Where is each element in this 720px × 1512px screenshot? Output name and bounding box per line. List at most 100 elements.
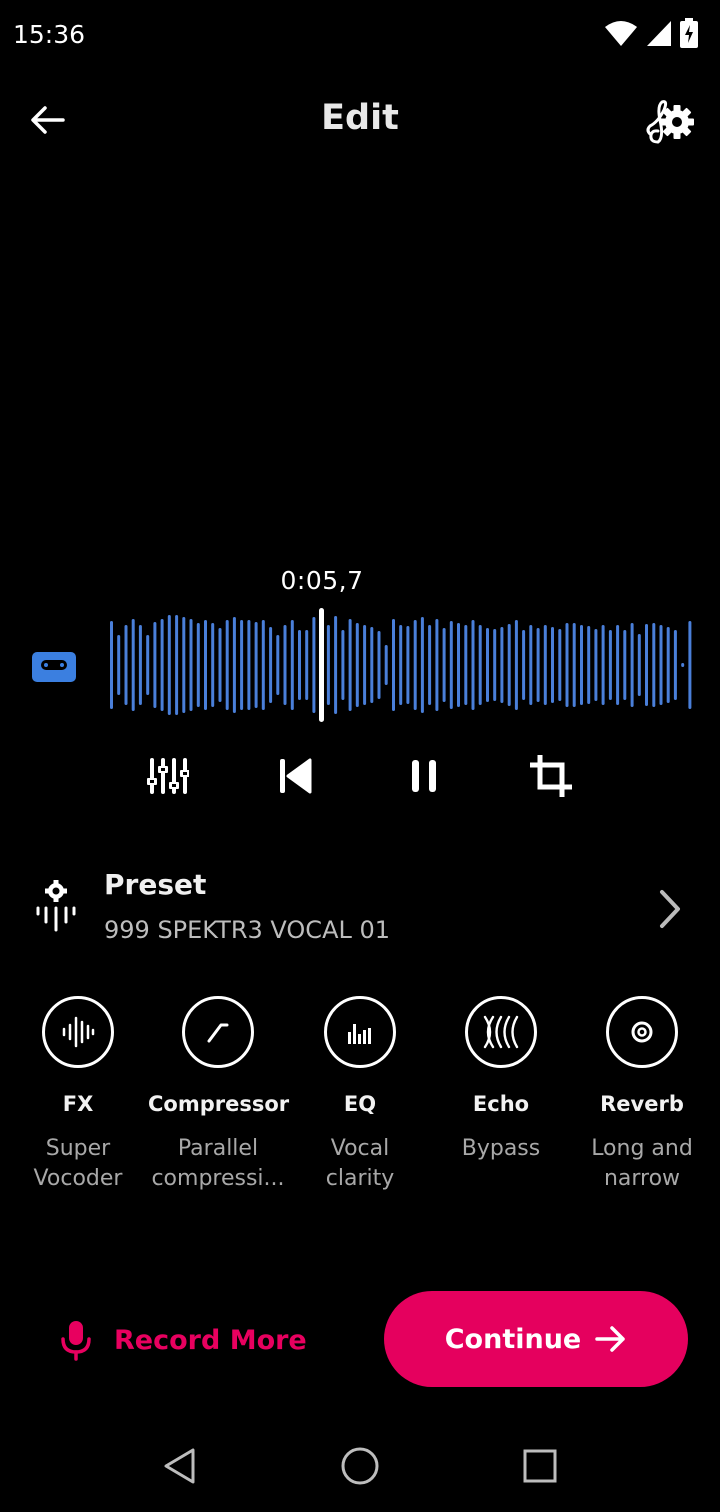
crop-button[interactable] <box>521 746 581 806</box>
continue-button[interactable]: Continue <box>384 1291 688 1387</box>
nav-home-icon <box>341 1447 379 1485</box>
cassette-icon[interactable] <box>32 652 76 682</box>
waveform-bar <box>623 630 627 700</box>
waveform-bar <box>240 620 244 710</box>
waveform-bar <box>565 623 569 707</box>
crop-icon <box>530 755 572 797</box>
waveform-bar <box>435 619 439 711</box>
waveform-bar <box>406 626 410 704</box>
waveform-bar <box>413 620 417 710</box>
waveform-bar <box>666 627 670 703</box>
waveform-bar <box>204 620 207 710</box>
waveform-bar <box>464 625 468 705</box>
effect-eq-button[interactable] <box>324 996 396 1068</box>
clef-gear-icon <box>646 100 694 144</box>
waveform-bar <box>616 625 620 705</box>
waveform-bar <box>341 630 345 700</box>
preset-row[interactable]: Preset 999 SPEKTR3 VOCAL 01 <box>0 858 720 958</box>
eq-bars-icon <box>348 1024 371 1044</box>
waveform-bar <box>124 625 128 705</box>
page-title: Edit <box>321 98 399 138</box>
record-more-button[interactable]: Record More <box>60 1300 307 1380</box>
waveform-bar <box>298 630 301 700</box>
waveform-bar <box>645 624 648 706</box>
arrow-right-icon <box>595 1326 625 1352</box>
waveform-bar <box>182 617 186 713</box>
waveform-bar <box>305 630 309 700</box>
skip-to-start-button[interactable] <box>266 746 326 806</box>
waveform-bar <box>652 623 656 707</box>
waveform-bar <box>377 631 381 699</box>
waveform-bar <box>392 619 395 711</box>
waveform-bar <box>551 627 554 703</box>
battery-charging-icon <box>680 18 698 48</box>
nav-home-button[interactable] <box>330 1436 390 1496</box>
waveform-bar <box>478 625 482 705</box>
waveform-bar <box>529 625 533 705</box>
effect-echo-button[interactable] <box>465 996 537 1068</box>
waveform-bar <box>514 620 518 710</box>
effect-reverb[interactable]: Reverb Long and narrow <box>572 996 712 1194</box>
waveform-bar <box>471 620 475 710</box>
status-icons <box>604 18 698 48</box>
waveform-bar <box>167 615 171 715</box>
preset-title: Preset <box>104 868 207 901</box>
status-time: 15:36 <box>13 20 86 49</box>
waveform-bar <box>507 624 511 706</box>
waveform[interactable] <box>104 600 694 730</box>
waveform-icon <box>62 1016 95 1048</box>
waveform-bar <box>493 629 497 701</box>
waveform-bar <box>399 625 403 705</box>
waveform-bar <box>276 635 280 695</box>
skip-back-icon <box>280 758 312 794</box>
waveform-bar <box>370 627 374 703</box>
playhead[interactable] <box>319 608 324 722</box>
waveform-bar <box>486 628 489 702</box>
mixer-button[interactable] <box>138 746 198 806</box>
effect-reverb-value: Long and narrow <box>591 1136 693 1191</box>
waveform-bar <box>146 635 150 695</box>
waveform-bar <box>247 620 251 710</box>
effect-reverb-button[interactable] <box>606 996 678 1068</box>
effect-echo[interactable]: Echo Bypass <box>431 996 571 1164</box>
waveform-bar <box>442 628 446 702</box>
waveform-bar <box>594 629 598 701</box>
nav-recents-button[interactable] <box>510 1436 570 1496</box>
pause-button[interactable] <box>394 746 454 806</box>
effect-compressor[interactable]: Compressor Parallel compressi... <box>148 996 290 1194</box>
waveform-bar <box>384 645 388 685</box>
waveform-bar <box>659 625 663 705</box>
effect-reverb-name: Reverb <box>600 1092 684 1116</box>
waveform-bar <box>688 621 692 709</box>
effect-eq-value: Vocal clarity <box>325 1136 395 1191</box>
waveform-bar <box>225 620 229 710</box>
effect-compressor-name: Compressor <box>148 1092 290 1116</box>
waveform-bar <box>189 619 193 711</box>
effect-eq[interactable]: EQ Vocal clarity <box>290 996 430 1194</box>
pause-icon <box>412 760 436 792</box>
waveform-bar <box>218 628 222 702</box>
waveform-bar <box>449 621 453 709</box>
waveform-bar <box>110 621 113 709</box>
effect-compressor-button[interactable] <box>182 996 254 1068</box>
playback-time: 0:05,7 <box>280 566 364 595</box>
nav-back-button[interactable] <box>150 1436 210 1496</box>
waveform-bar <box>558 629 562 701</box>
waveform-bar <box>232 617 236 713</box>
waveform-bar <box>355 623 359 707</box>
record-more-label: Record More <box>114 1324 307 1356</box>
waveform-bar <box>673 630 677 700</box>
reverb-rings-icon <box>631 1021 653 1043</box>
effect-fx[interactable]: FX Super Vocoder <box>8 996 148 1194</box>
effect-eq-name: EQ <box>343 1092 377 1116</box>
waveform-bar <box>290 620 294 710</box>
waveform-bar <box>572 623 576 707</box>
microphone-icon <box>61 1321 91 1361</box>
audio-settings-button[interactable] <box>642 96 698 146</box>
effect-fx-button[interactable] <box>42 996 114 1068</box>
waveform-bar <box>348 619 352 711</box>
continue-label: Continue <box>444 1323 582 1355</box>
waveform-bar <box>117 635 121 695</box>
waveform-bar <box>254 622 258 708</box>
nav-back-icon <box>164 1448 195 1484</box>
